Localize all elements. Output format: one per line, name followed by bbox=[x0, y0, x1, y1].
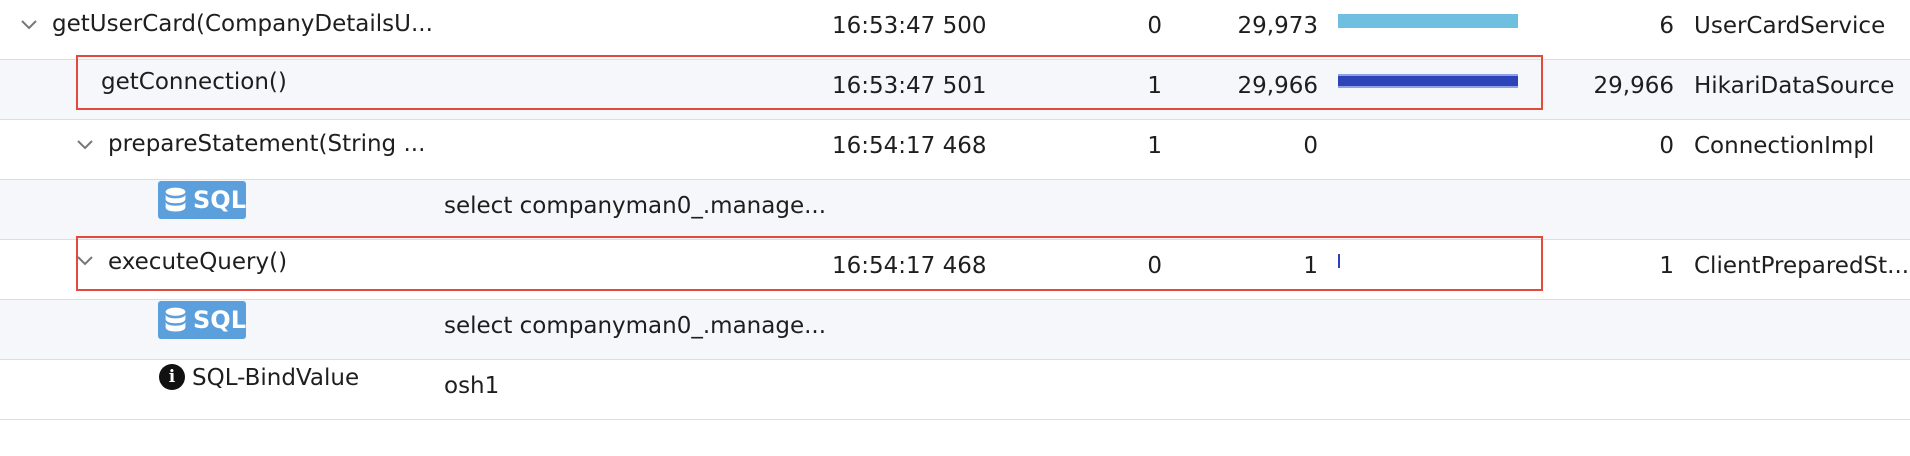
start-time: 16:54:17 468 bbox=[832, 253, 987, 279]
sql-text: select companyman0_.manage... bbox=[444, 313, 827, 339]
sql-badge-label: SQL bbox=[193, 186, 246, 214]
sql-badge: SQL bbox=[158, 181, 246, 219]
class-name: UserCardService bbox=[1694, 13, 1886, 39]
self-time: 0 bbox=[1659, 133, 1674, 159]
tree-row-sql[interactable]: SQL select companyman0_.manage... bbox=[0, 180, 1910, 240]
sql-badge-label: SQL bbox=[193, 306, 246, 334]
method-name: executeQuery() bbox=[108, 249, 288, 275]
tree-row-preparestatement[interactable]: prepareStatement(String ... 16:54:17 468… bbox=[0, 120, 1910, 180]
start-time: 16:53:47 501 bbox=[832, 73, 987, 99]
chevron-down-icon[interactable] bbox=[18, 14, 40, 36]
database-icon bbox=[165, 187, 186, 212]
duration: 29,973 bbox=[1237, 13, 1318, 39]
class-name: HikariDataSource bbox=[1694, 73, 1895, 99]
tree-row-executequery[interactable]: executeQuery() 16:54:17 468 0 1 1 Client… bbox=[0, 240, 1910, 300]
duration: 29,966 bbox=[1237, 73, 1318, 99]
database-icon bbox=[165, 307, 186, 332]
call-count: 0 bbox=[1147, 253, 1162, 279]
chevron-down-icon[interactable] bbox=[74, 134, 96, 156]
bind-value: osh1 bbox=[444, 373, 500, 399]
bind-label: SQL-BindValue bbox=[192, 365, 360, 391]
tree-row-getconnection[interactable]: getConnection() 16:53:47 501 1 29,966 29… bbox=[0, 60, 1910, 120]
tree-row-sql[interactable]: SQL select companyman0_.manage... bbox=[0, 300, 1910, 360]
tree-row-bind-value[interactable]: i SQL-BindValue osh1 bbox=[0, 360, 1910, 420]
self-time: 6 bbox=[1659, 13, 1674, 39]
duration-bar bbox=[1338, 74, 1518, 88]
call-count: 1 bbox=[1147, 133, 1162, 159]
duration: 1 bbox=[1303, 253, 1318, 279]
method-name: getUserCard(CompanyDetailsU... bbox=[52, 11, 433, 37]
method-name: getConnection() bbox=[101, 69, 287, 95]
call-tree: getUserCard(CompanyDetailsU... 16:53:47 … bbox=[0, 0, 1910, 456]
self-time: 29,966 bbox=[1593, 73, 1674, 99]
class-name: ClientPreparedSt... bbox=[1694, 253, 1910, 279]
tree-row-getusercard[interactable]: getUserCard(CompanyDetailsU... 16:53:47 … bbox=[0, 0, 1910, 60]
duration-bar bbox=[1338, 254, 1340, 268]
start-time: 16:53:47 500 bbox=[832, 13, 987, 39]
class-name: ConnectionImpl bbox=[1694, 133, 1875, 159]
sql-text: select companyman0_.manage... bbox=[444, 193, 827, 219]
method-name: prepareStatement(String ... bbox=[108, 131, 426, 157]
duration-bar bbox=[1338, 14, 1518, 28]
sql-badge: SQL bbox=[158, 301, 246, 339]
start-time: 16:54:17 468 bbox=[832, 133, 987, 159]
chevron-down-icon[interactable] bbox=[74, 250, 96, 272]
call-count: 1 bbox=[1147, 73, 1162, 99]
duration: 0 bbox=[1303, 133, 1318, 159]
info-icon: i bbox=[159, 364, 185, 390]
self-time: 1 bbox=[1659, 253, 1674, 279]
call-count: 0 bbox=[1147, 13, 1162, 39]
